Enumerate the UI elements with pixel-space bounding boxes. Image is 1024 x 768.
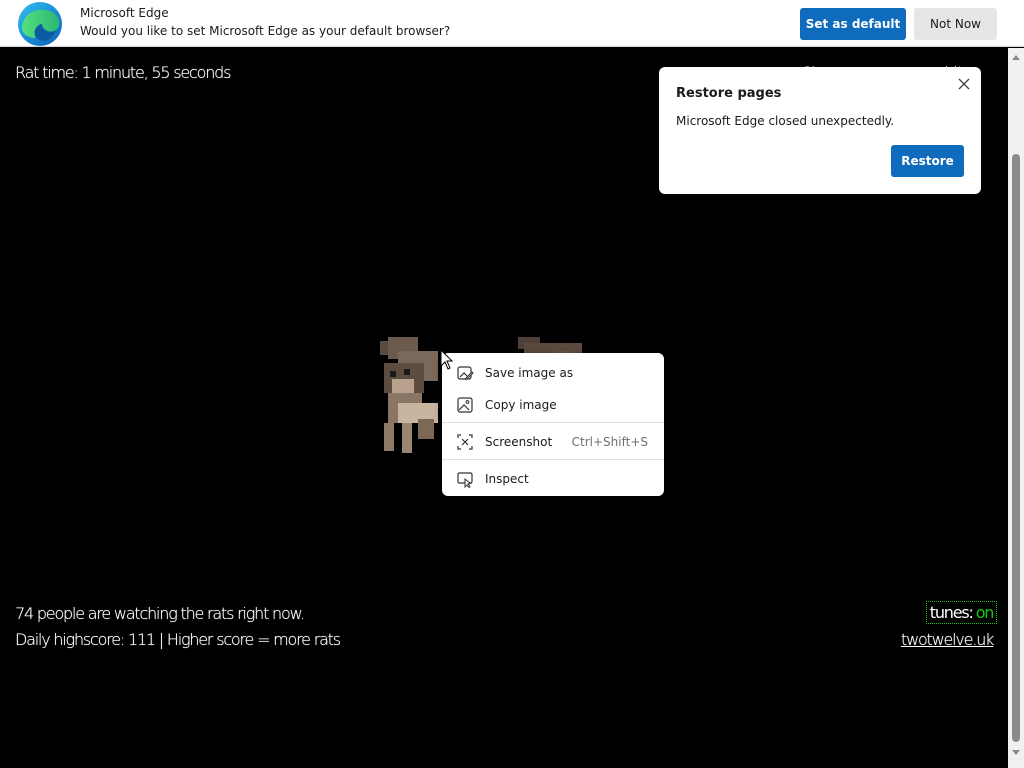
mouse-cursor-icon [440,349,454,370]
scrollbar-thumb[interactable] [1012,154,1020,742]
save-image-icon [457,366,474,381]
watching-count-text: 74 people are watching the rats right no… [15,604,305,623]
site-link[interactable]: twotwelve.uk [901,630,994,649]
inspect-icon [457,472,473,488]
set-as-default-button[interactable]: Set as default [800,8,906,40]
restore-button[interactable]: Restore [891,145,964,177]
restore-popup-title: Restore pages [676,86,782,101]
rat-time-text: Rat time: 1 minute, 55 seconds [15,63,231,82]
edge-logo-icon [18,2,62,46]
menu-item-shortcut: Ctrl+Shift+S [571,435,648,449]
restore-pages-popup: Restore pages Microsoft Edge closed unex… [659,67,981,194]
menu-item-label: Copy image [485,398,557,412]
close-icon[interactable] [956,76,972,92]
infobar-title: Microsoft Edge [80,6,169,20]
copy-image-icon [457,397,473,413]
menu-item-label: Inspect [485,472,529,486]
not-now-button[interactable]: Not Now [914,8,997,40]
menu-item-label: Save image as [485,366,574,380]
menu-item-save-image-as[interactable]: Save image as [442,359,664,387]
infobar-message: Would you like to set Microsoft Edge as … [80,24,451,38]
menu-separator [442,459,664,460]
context-menu: Save image as Copy image Screenshot Ctrl… [442,353,664,496]
scroll-up-arrow-icon[interactable] [1008,54,1024,66]
menu-item-screenshot[interactable]: Screenshot Ctrl+Shift+S [442,428,664,456]
default-browser-infobar: Microsoft Edge Would you like to set Mic… [0,0,1024,47]
screenshot-icon [457,434,473,450]
menu-item-inspect[interactable]: Inspect [442,465,664,493]
menu-item-copy-image[interactable]: Copy image [442,391,664,419]
restore-popup-message: Microsoft Edge closed unexpectedly. [676,114,895,128]
menu-item-label: Screenshot [485,435,553,449]
tunes-label: tunes: [929,603,974,622]
vertical-scrollbar[interactable] [1008,48,1024,768]
tunes-toggle[interactable]: tunes: on [926,601,997,624]
highscore-text: Daily highscore: 111 | Higher score = mo… [15,630,341,649]
tunes-state: on [975,603,995,622]
scroll-down-arrow-icon[interactable] [1008,750,1024,762]
menu-separator [442,422,664,423]
